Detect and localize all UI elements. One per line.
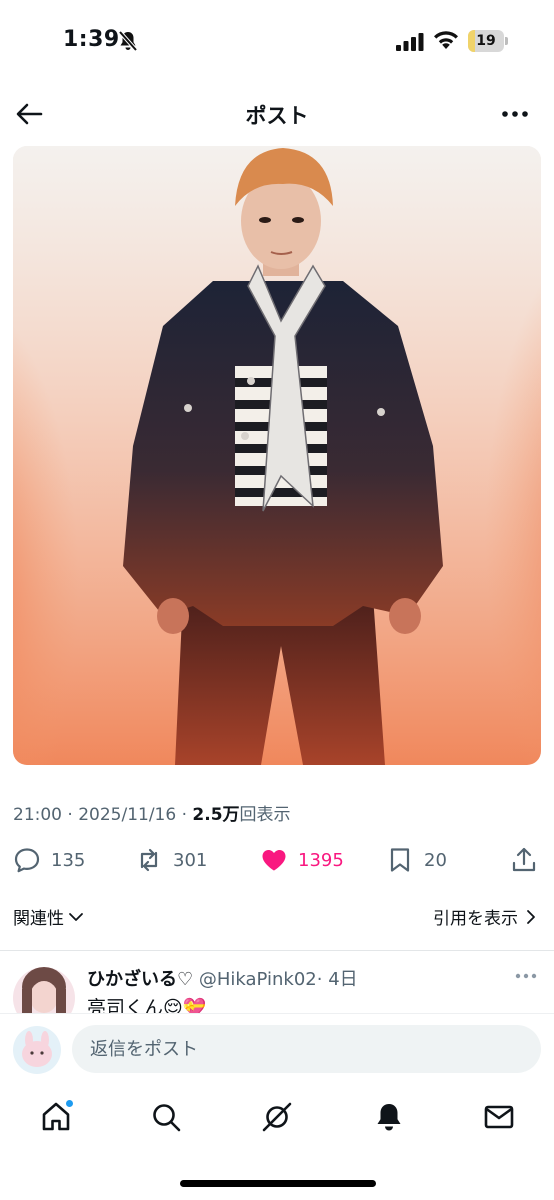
home-indicator	[180, 1180, 376, 1187]
ellipsis-icon[interactable]	[500, 100, 530, 128]
post-header: ポスト	[0, 90, 554, 138]
tab-search[interactable]	[149, 1100, 183, 1134]
bookmark-icon	[390, 848, 410, 872]
view-quotes-label: 引用を表示	[433, 909, 518, 929]
battery-icon: 19	[468, 30, 508, 52]
notifications-icon	[377, 1104, 401, 1131]
tab-notifications[interactable]	[372, 1100, 406, 1134]
share-button[interactable]	[510, 844, 538, 876]
bookmark-count: 20	[424, 849, 447, 871]
search-icon	[153, 1104, 181, 1132]
reply-button[interactable]: 135	[13, 844, 85, 876]
post-photo-image	[13, 146, 541, 765]
ellipsis-icon[interactable]	[514, 969, 538, 983]
reply-icon	[14, 848, 40, 873]
post-photo[interactable]	[13, 146, 541, 765]
heart-icon	[262, 850, 286, 871]
arrow-left-icon[interactable]	[14, 100, 44, 128]
avatar[interactable]	[13, 967, 75, 1013]
sort-dropdown[interactable]: 関連性	[13, 904, 84, 929]
repost-button[interactable]: 301	[135, 844, 207, 876]
post-timestamp: 21:00 · 2025/11/16 ·	[13, 805, 193, 825]
tab-grok[interactable]	[260, 1100, 294, 1134]
views-count[interactable]: 2.5万	[192, 805, 239, 825]
tab-messages[interactable]	[482, 1100, 516, 1134]
reply-item[interactable]: ひかざいる♡ @HikaPink02· 4日 亮司くん😌💝	[0, 951, 554, 1013]
reply-time: · 4日	[316, 969, 358, 990]
like-count: 1395	[298, 849, 344, 871]
battery-level: 19	[476, 33, 496, 49]
notification-badge	[65, 1099, 74, 1108]
status-time: 1:39	[63, 27, 120, 52]
reply-text: 亮司くん😌💝	[87, 997, 207, 1013]
views-label: 回表示	[239, 805, 291, 825]
page-title: ポスト	[245, 104, 309, 128]
repost-icon	[140, 848, 158, 872]
chevron-right-icon	[527, 909, 535, 924]
repost-count: 301	[173, 849, 208, 871]
chevron-down-icon	[69, 912, 83, 921]
like-button[interactable]: 1395	[260, 844, 344, 876]
status-bar: 1:39 19	[0, 0, 554, 84]
post-actions: 135 301 1395 20	[0, 838, 554, 882]
messages-icon	[484, 1105, 514, 1129]
tab-home[interactable]	[39, 1099, 74, 1134]
reply-count: 135	[51, 849, 86, 871]
sort-label: 関連性	[13, 909, 64, 929]
post-meta: 21:00 · 2025/11/16 · 2.5万回表示	[13, 800, 291, 825]
share-icon	[512, 847, 536, 872]
reply-author-name[interactable]: ひかざいる♡	[87, 969, 193, 990]
bookmark-button[interactable]: 20	[386, 844, 447, 876]
bottom-tab-bar	[0, 1088, 554, 1148]
reply-author-handle: @HikaPink02	[198, 969, 317, 990]
avatar	[13, 1026, 61, 1074]
replies-sort-row: 関連性 引用を表示	[0, 900, 554, 934]
wifi-icon	[434, 31, 458, 49]
cellular-signal-icon	[396, 33, 424, 51]
bell-slash-icon	[118, 30, 138, 52]
reply-composer	[0, 1013, 554, 1083]
reply-input[interactable]	[72, 1025, 541, 1073]
view-quotes-link[interactable]: 引用を表示	[433, 904, 538, 929]
grok-icon	[262, 1102, 292, 1132]
reply-header: ひかざいる♡ @HikaPink02· 4日	[87, 965, 358, 991]
